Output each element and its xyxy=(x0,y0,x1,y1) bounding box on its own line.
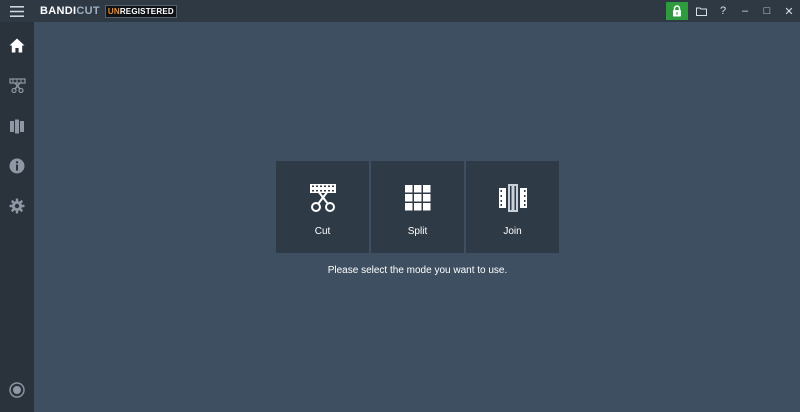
help-button[interactable]: ? xyxy=(712,0,734,22)
sidebar-item-join[interactable] xyxy=(0,109,34,143)
app-logo: BANDI CUT xyxy=(40,5,100,17)
logo-cut: CUT xyxy=(76,5,100,17)
sidebar-item-settings[interactable] xyxy=(0,189,34,223)
scissors-filmstrip-icon xyxy=(309,184,336,212)
open-folder-button[interactable] xyxy=(690,0,712,22)
cut-mode-icon-wrap xyxy=(308,183,338,213)
sidebar-item-info[interactable] xyxy=(0,149,34,183)
mode-selector: Cut Split Join xyxy=(276,161,559,253)
badge-registered: REGISTERED xyxy=(119,6,174,16)
window-controls: ? – □ ✕ xyxy=(666,0,800,22)
sidebar-item-record[interactable] xyxy=(0,373,34,407)
join-filmstrip-icon xyxy=(498,184,527,212)
maximize-button[interactable]: □ xyxy=(756,0,778,22)
badge-un: UN xyxy=(107,6,120,16)
hamburger-menu-icon xyxy=(10,5,24,17)
cut-mode-label: Cut xyxy=(314,226,331,237)
join-mode-label: Join xyxy=(503,226,522,237)
folder-icon xyxy=(695,7,707,16)
minimize-button[interactable]: – xyxy=(734,0,756,22)
cut-icon xyxy=(8,77,26,93)
mode-hint-text: Please select the mode you want to use. xyxy=(327,265,508,276)
join-mode-icon-wrap xyxy=(498,183,528,213)
menu-button[interactable] xyxy=(0,0,34,22)
title-bar: BANDI CUT UNREGISTERED ? – □ ✕ xyxy=(0,0,800,22)
sidebar-item-home[interactable] xyxy=(0,28,34,62)
join-mode-button[interactable]: Join xyxy=(466,161,559,253)
gear-icon xyxy=(9,198,25,214)
split-mode-label: Split xyxy=(407,226,428,237)
sidebar-item-cut[interactable] xyxy=(0,68,34,102)
record-icon xyxy=(9,382,25,398)
lock-button[interactable] xyxy=(666,2,688,20)
join-icon xyxy=(10,119,24,133)
split-mode-button[interactable]: Split xyxy=(371,161,464,253)
split-grid-icon xyxy=(404,185,430,211)
logo-bandi: BANDI xyxy=(40,5,77,17)
split-mode-icon-wrap xyxy=(404,183,431,213)
lock-icon xyxy=(673,5,681,17)
unregistered-badge[interactable]: UNREGISTERED xyxy=(104,4,177,18)
info-icon xyxy=(9,158,25,174)
cut-mode-button[interactable]: Cut xyxy=(276,161,369,253)
home-icon xyxy=(9,38,25,52)
close-button[interactable]: ✕ xyxy=(778,0,800,22)
sidebar xyxy=(0,22,34,412)
